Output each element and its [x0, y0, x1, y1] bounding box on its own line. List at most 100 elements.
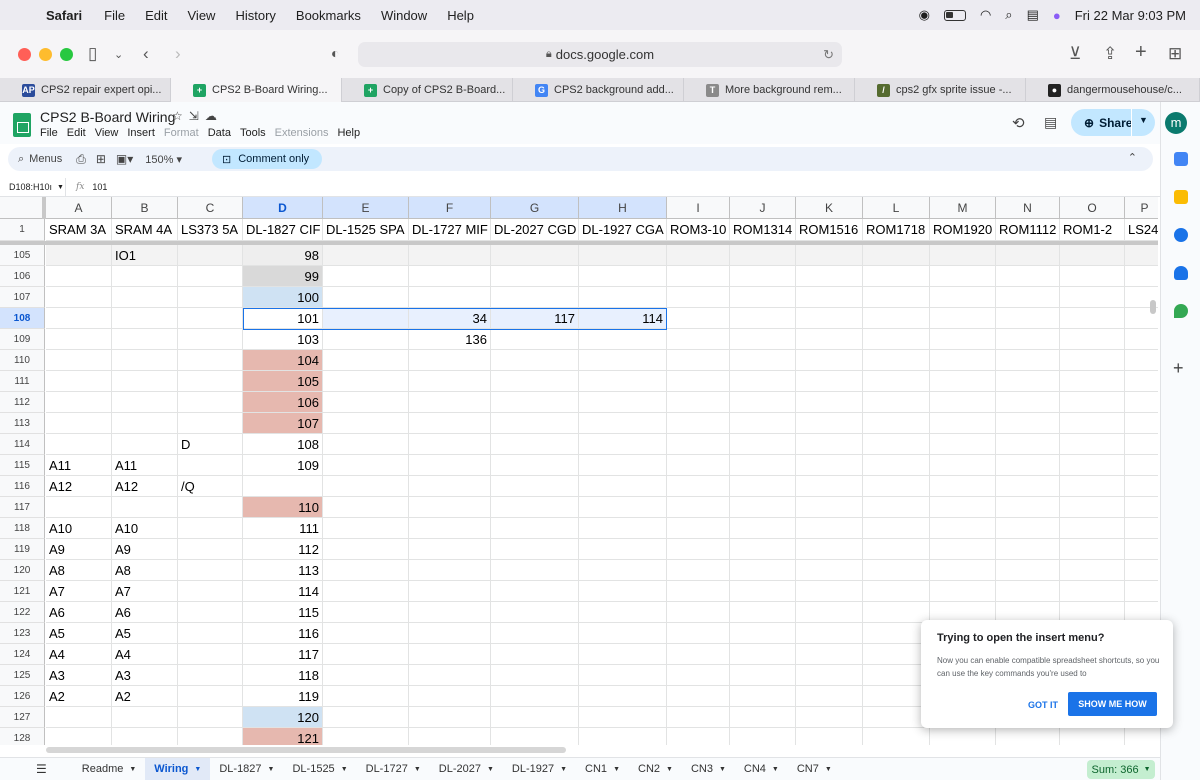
move-icon[interactable]: ⇲ — [189, 109, 205, 123]
wifi-icon[interactable]: ◠ — [980, 7, 991, 23]
cell-b110[interactable] — [112, 350, 178, 371]
cell-g126[interactable] — [491, 686, 579, 707]
share-icon[interactable]: ⇪ — [1103, 44, 1117, 64]
cell-h108[interactable]: 114 — [579, 308, 667, 329]
cell-f115[interactable] — [409, 455, 491, 476]
cell-g111[interactable] — [491, 371, 579, 392]
menu-view[interactable]: View — [188, 8, 216, 23]
cell-o119[interactable] — [1060, 539, 1125, 560]
cell-o108[interactable] — [1060, 308, 1125, 329]
cell-g118[interactable] — [491, 518, 579, 539]
row-header[interactable]: 109 — [0, 329, 45, 350]
cell-g106[interactable] — [491, 266, 579, 287]
cell-h120[interactable] — [579, 560, 667, 581]
cell-h107[interactable] — [579, 287, 667, 308]
cell-a125[interactable]: A3 — [46, 665, 112, 686]
cell-n110[interactable] — [996, 350, 1060, 371]
cell-a111[interactable] — [46, 371, 112, 392]
cell-g119[interactable] — [491, 539, 579, 560]
cell-m109[interactable] — [930, 329, 996, 350]
cell-g120[interactable] — [491, 560, 579, 581]
row-header[interactable]: 123 — [0, 623, 45, 644]
cell-k114[interactable] — [796, 434, 863, 455]
close-window-button[interactable] — [18, 47, 31, 61]
docs-menu-tools[interactable]: Tools — [240, 127, 266, 139]
row-header[interactable]: 120 — [0, 560, 45, 581]
tab-overview-icon[interactable]: ⊞ — [1168, 44, 1182, 64]
cell-j128[interactable] — [730, 728, 796, 745]
column-header-d[interactable]: D — [243, 197, 323, 219]
cell-d112[interactable]: 106 — [243, 392, 323, 413]
cell-b126[interactable]: A2 — [112, 686, 178, 707]
cell-b124[interactable]: A4 — [112, 644, 178, 665]
cell-a115[interactable]: A11 — [46, 455, 112, 476]
cell-h128[interactable] — [579, 728, 667, 745]
cell-c122[interactable] — [178, 602, 243, 623]
cell-a105[interactable] — [46, 245, 112, 266]
cell-g110[interactable] — [491, 350, 579, 371]
header-cell[interactable]: SRAM 4A — [112, 219, 178, 241]
cell-i119[interactable] — [667, 539, 730, 560]
cell-c118[interactable] — [178, 518, 243, 539]
cell-i108[interactable] — [667, 308, 730, 329]
cell-b105[interactable]: IO1 — [112, 245, 178, 266]
cell-d107[interactable]: 100 — [243, 287, 323, 308]
vertical-scrollbar[interactable] — [1150, 300, 1156, 314]
cell-a109[interactable] — [46, 329, 112, 350]
cell-j118[interactable] — [730, 518, 796, 539]
cell-i117[interactable] — [667, 497, 730, 518]
cell-a124[interactable]: A4 — [46, 644, 112, 665]
cell-f114[interactable] — [409, 434, 491, 455]
cell-e112[interactable] — [323, 392, 409, 413]
cell-e118[interactable] — [323, 518, 409, 539]
cell-c113[interactable] — [178, 413, 243, 434]
cell-d123[interactable]: 116 — [243, 623, 323, 644]
header-cell[interactable]: DL-1727 MIF — [409, 219, 491, 241]
cell-f119[interactable] — [409, 539, 491, 560]
cell-l118[interactable] — [863, 518, 930, 539]
cell-k128[interactable] — [796, 728, 863, 745]
cell-o116[interactable] — [1060, 476, 1125, 497]
cell-f117[interactable] — [409, 497, 491, 518]
privacy-shield-icon[interactable]: ◐ — [331, 45, 339, 61]
cell-l110[interactable] — [863, 350, 930, 371]
cell-o106[interactable] — [1060, 266, 1125, 287]
document-title[interactable]: CPS2 B-Board Wiring — [40, 109, 175, 125]
cell-j127[interactable] — [730, 707, 796, 728]
cell-i116[interactable] — [667, 476, 730, 497]
sheet-tab-dropdown-icon[interactable]: ▼ — [613, 766, 620, 773]
cell-k115[interactable] — [796, 455, 863, 476]
row-header[interactable]: 118 — [0, 518, 45, 539]
cell-i121[interactable] — [667, 581, 730, 602]
avatar[interactable]: m — [1165, 112, 1187, 134]
row-header[interactable]: 116 — [0, 476, 45, 497]
cell-e108[interactable] — [323, 308, 409, 329]
cell-f109[interactable]: 136 — [409, 329, 491, 350]
cell-l111[interactable] — [863, 371, 930, 392]
cell-f110[interactable] — [409, 350, 491, 371]
cell-o112[interactable] — [1060, 392, 1125, 413]
header-cell[interactable]: ROM1112 — [996, 219, 1060, 241]
cell-i107[interactable] — [667, 287, 730, 308]
cell-c124[interactable] — [178, 644, 243, 665]
cell-l127[interactable] — [863, 707, 930, 728]
add-icon[interactable]: ⊞ — [96, 152, 106, 166]
cell-e119[interactable] — [323, 539, 409, 560]
cell-p121[interactable] — [1125, 581, 1158, 602]
cell-b115[interactable]: A11 — [112, 455, 178, 476]
sheet-tab-dropdown-icon[interactable]: ▼ — [719, 766, 726, 773]
cell-p111[interactable] — [1125, 371, 1158, 392]
cell-a110[interactable] — [46, 350, 112, 371]
cell-h115[interactable] — [579, 455, 667, 476]
address-bar[interactable]: 🔒︎ docs.google.com ↻ — [358, 42, 842, 67]
calendar-icon[interactable] — [1174, 152, 1188, 166]
keep-icon[interactable] — [1174, 190, 1188, 204]
cell-l125[interactable] — [863, 665, 930, 686]
cell-n112[interactable] — [996, 392, 1060, 413]
cell-o120[interactable] — [1060, 560, 1125, 581]
cell-m121[interactable] — [930, 581, 996, 602]
cell-g112[interactable] — [491, 392, 579, 413]
cell-j113[interactable] — [730, 413, 796, 434]
cell-d108[interactable]: 101 — [243, 308, 323, 329]
cell-d124[interactable]: 117 — [243, 644, 323, 665]
